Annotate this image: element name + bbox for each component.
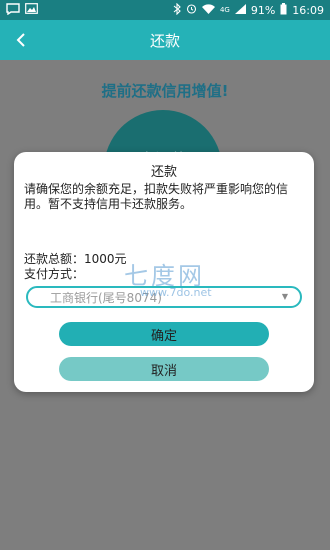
dialog-message: 请确保您的余额充足，扣款失败将严重影响您的信用。暂不支持信用卡还款服务。 [24,182,289,211]
promo-headline: 提前还款信用增值! [101,82,229,100]
payment-method-select[interactable]: 工商银行(尾号8074) ▼ [26,286,302,308]
dropdown-arrow-icon: ▼ [281,292,288,301]
confirm-button[interactable]: 确定 [59,322,269,346]
message-icon [6,2,20,18]
payment-method-value: 工商银行(尾号8074) [50,290,162,305]
payment-method-label: 支付方式： [24,267,85,281]
status-bar: 4G 91% 16:09 [0,0,330,20]
battery-icon [280,2,287,18]
repay-dialog: 还款 请确保您的余额充足，扣款失败将严重影响您的信用。暂不支持信用卡还款服务。 … [14,152,314,392]
battery-percent: 91% [250,3,276,17]
total-amount-value: 1000元 [84,252,127,266]
page-title: 还款 [149,31,180,50]
wifi-icon [201,3,215,17]
bluetooth-icon [173,2,181,18]
signal-icon [234,3,246,17]
total-amount-label: 还款总额： [24,252,85,266]
back-arrow-icon[interactable] [10,28,34,52]
cancel-button[interactable]: 取消 [59,357,269,381]
network-type-indicator: 4G [219,6,230,14]
clock-time: 16:09 [292,3,324,17]
dialog-title: 还款 [150,165,177,180]
gallery-icon [25,3,38,17]
app-bar: 还款 [0,20,330,60]
alarm-icon [186,3,197,17]
